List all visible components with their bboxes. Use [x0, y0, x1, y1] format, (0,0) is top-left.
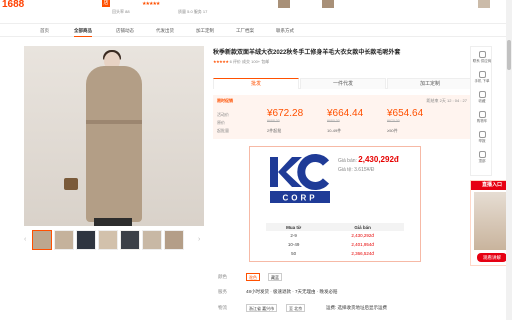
thumbnail[interactable] [164, 230, 184, 250]
page-scrollbar[interactable] [506, 0, 512, 320]
vnd-price-value: 2,430,292đ [358, 155, 399, 164]
shop-scores: 质量 5.0 服务 17 [178, 9, 208, 14]
color-label: 颜色 [218, 274, 227, 279]
nav-all-products[interactable]: 全部商品 [74, 28, 92, 37]
tier-old-price: ¥670.00 [387, 119, 400, 123]
watch-live-button[interactable]: 观看讲解 [477, 253, 507, 262]
kc-corp-logo: CORP [268, 153, 332, 205]
thumbnail-strip: ‹ › [24, 230, 206, 252]
row-qty: 50 [291, 251, 297, 256]
tab-dropship[interactable]: 一件代发 [300, 78, 386, 89]
price-box: 限时促销 距结束 2天 12 : 04 : 27 活动价 原价 起批量 ¥672… [213, 95, 473, 139]
row-price: 2,366,524đ [351, 251, 374, 256]
qrcode-icon [478, 71, 486, 78]
nav-contact[interactable]: 联系方式 [276, 28, 294, 34]
table-row: 50 2,366,524đ [266, 249, 404, 258]
tier-price: ¥654.64 [387, 108, 424, 119]
thumbnail[interactable] [98, 230, 118, 250]
ship-from-select[interactable]: 浙江省 嘉兴市 [246, 304, 278, 312]
shop-badge: 店 [102, 0, 110, 7]
nav-factory[interactable]: 工厂档案 [236, 28, 254, 34]
countdown: 距结束 2天 12 : 04 : 27 [426, 98, 467, 103]
tab-custom[interactable]: 加工定制 [387, 78, 473, 89]
shop-rating-stars: ★★★★★ [142, 1, 160, 7]
sidebar-mobile-order[interactable]: 手机 下单 [471, 71, 493, 84]
arrow-up-icon [478, 151, 486, 158]
rating-stars: ★★★★★ [213, 59, 229, 64]
row-price: 2,430,292đ [351, 233, 374, 238]
price-converter-overlay: CORP Giá bán: 2,430,292đ Giá tệ: 3.615¥/… [249, 146, 421, 262]
thumbnail[interactable] [76, 230, 96, 250]
nav-store-news[interactable]: 店铺动态 [116, 28, 134, 34]
product-title: 秋季新款双面羊绒大衣2022秋冬手工修身羊毛大衣女款中长款毛呢外套 [213, 50, 401, 56]
row-qty: 2-9 [290, 233, 297, 238]
thumbnail[interactable] [120, 230, 140, 250]
sidebar-favorite[interactable]: 收藏 [471, 91, 493, 104]
product-rating: ★★★★★ 6 评价 成交 100+ 包邮 [213, 59, 269, 65]
star-icon [478, 91, 486, 98]
scrollbar-thumb[interactable] [507, 40, 511, 70]
rating-text[interactable]: 6 评价 成交 100+ 包邮 [230, 59, 270, 64]
shipping-label: 物流 [218, 305, 227, 310]
exchange-rate-value: 3.615¥/Đ [354, 167, 375, 173]
thumbnail[interactable] [142, 230, 162, 250]
floating-toolbar: 联系 供应商 手机 下单 收藏 购物车 举报 顶部 [470, 46, 492, 176]
tier-qty: ≥50件 [387, 128, 398, 133]
shop-return-rate: 回头率 88 [112, 9, 130, 14]
cart-icon [478, 111, 486, 118]
header-product-thumb[interactable] [278, 0, 290, 8]
tier-price: ¥664.44 [327, 108, 364, 119]
shop-header: 1688 店 ★★★★★ 回头率 88 质量 5.0 服务 17 [0, 0, 512, 24]
nav-home[interactable]: 首页 [40, 28, 49, 34]
tier-old-price: ¥688.00 [267, 119, 280, 123]
shop-nav: 首页 全部商品 店铺动态 代发出货 加工定制 工厂档案 联系方式 [0, 25, 512, 37]
color-option[interactable]: 驼色 [246, 273, 260, 281]
row-qty: 10-49 [287, 242, 300, 247]
tier-price: ¥672.28 [267, 108, 304, 119]
chevron-left-icon[interactable]: ‹ [24, 236, 26, 243]
promo-label: 限时促销 [217, 98, 233, 103]
purchase-mode-tabs: 批发 一件代发 加工定制 [213, 78, 473, 89]
color-option[interactable]: 藏蓝 [268, 273, 282, 281]
chat-icon [478, 51, 486, 58]
min-qty-label: 起批量 [217, 128, 229, 133]
flag-icon [478, 131, 486, 138]
service-label: 服务 [218, 289, 227, 294]
tab-wholesale[interactable]: 批发 [213, 78, 299, 89]
vnd-price: Giá bán: 2,430,292đ [338, 155, 399, 164]
tier-qty: 10-49件 [327, 128, 342, 133]
nav-custom[interactable]: 加工定制 [196, 28, 214, 34]
service-value: 48小时发货 · 极速退款 · 7天无理由 · 晚发必赔 [246, 289, 338, 294]
thumbnail[interactable] [54, 230, 74, 250]
table-row: 2-9 2,430,292đ [266, 231, 404, 240]
chevron-right-icon[interactable]: › [198, 236, 200, 243]
kc-logo-text: CORP [282, 194, 317, 203]
header-product-thumb[interactable] [478, 0, 490, 8]
main-product-image[interactable] [24, 46, 204, 226]
col-header-price: Giá bán [321, 223, 404, 231]
exchange-rate: Giá tệ: 3.615¥/Đ [338, 167, 375, 173]
vnd-price-table: Mua từ Giá bán 2-9 2,430,292đ 10-49 2,40… [266, 223, 404, 258]
ship-to-select[interactable]: 至 北京 [286, 304, 306, 312]
sidebar-report[interactable]: 举报 [471, 131, 493, 144]
col-header-qty: Mua từ [266, 223, 322, 231]
row-price: 2,401,954đ [351, 242, 374, 247]
thumbnail[interactable] [32, 230, 52, 250]
live-preview-image[interactable] [474, 192, 510, 250]
sidebar-top[interactable]: 顶部 [471, 151, 493, 164]
sidebar-contact[interactable]: 联系 供应商 [471, 51, 493, 64]
tier-qty: 2件起批 [267, 128, 282, 133]
price-label: 活动价 [217, 112, 229, 117]
old-price-label: 原价 [217, 120, 225, 125]
sidebar-cart[interactable]: 购物车 [471, 111, 493, 124]
header-product-thumb[interactable] [322, 0, 334, 8]
site-logo[interactable]: 1688 [2, 0, 24, 10]
table-row: 10-49 2,401,954đ [266, 240, 404, 249]
tier-old-price: ¥680.00 [327, 119, 340, 123]
shipping-fee: 运费: 选择收货地址后显示运费 [326, 305, 387, 310]
nav-dropship[interactable]: 代发出货 [156, 28, 174, 34]
